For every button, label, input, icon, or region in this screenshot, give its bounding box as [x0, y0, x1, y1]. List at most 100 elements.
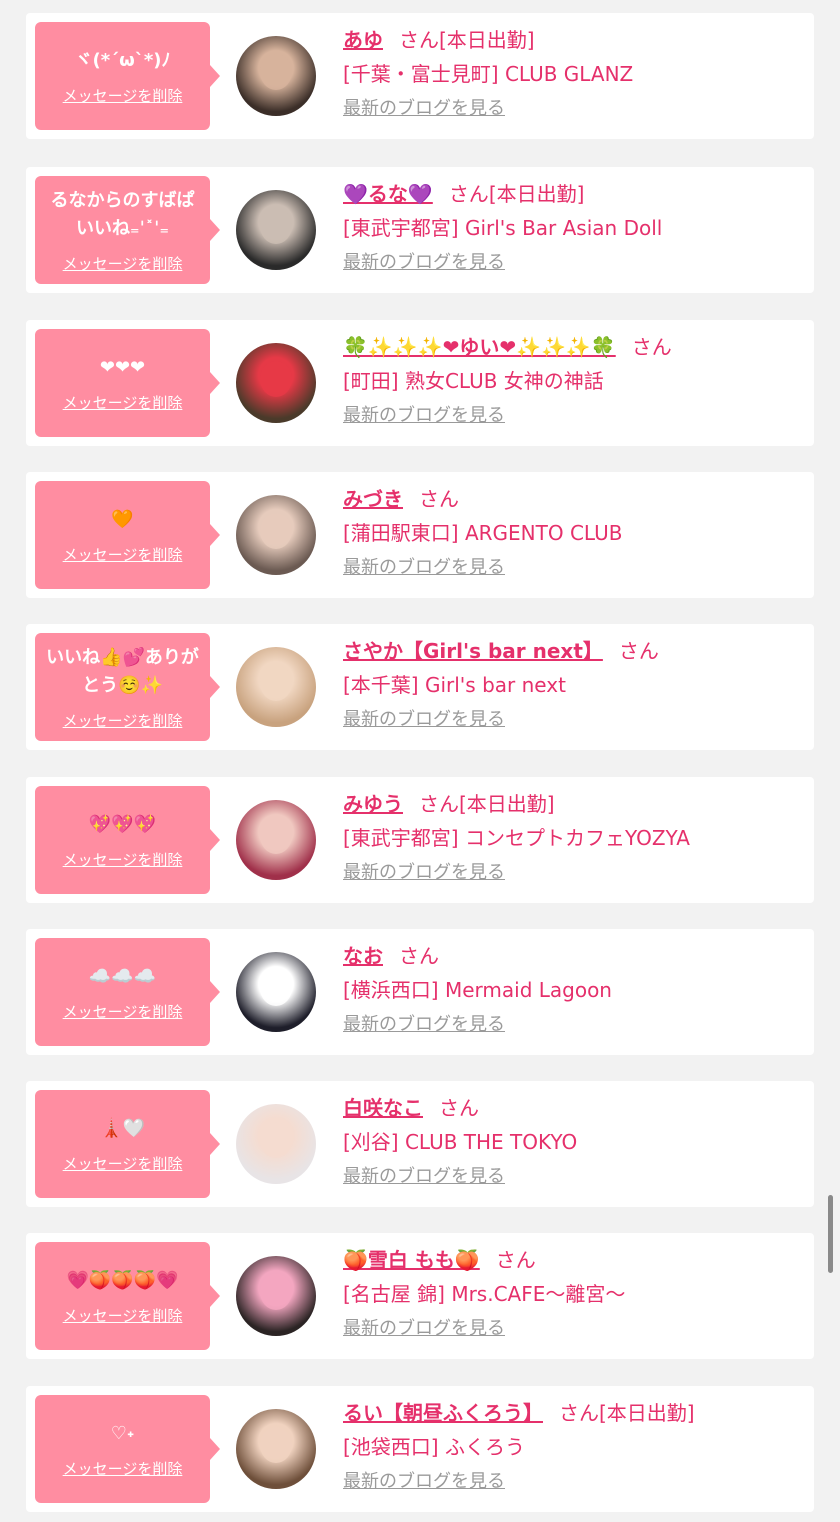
shop-name: [千葉・富士見町] CLUB GLANZ: [343, 62, 634, 86]
cast-name-link[interactable]: 💜るな💜: [343, 182, 433, 206]
cast-name-link[interactable]: 白咲なこ: [343, 1096, 423, 1120]
cast-name-line: 白咲なこ さん: [343, 1091, 804, 1125]
message-bubble: ♡˖ メッセージを削除: [35, 1395, 220, 1503]
status-badge: [本日出勤]: [599, 1401, 695, 1425]
avatar[interactable]: [236, 1104, 316, 1184]
latest-blog-link[interactable]: 最新のブログを見る: [343, 251, 505, 275]
message-text: 💖💖💖: [88, 813, 157, 835]
message-card: るなからのすばぱいいね₌ˈ˟ˈ₌ メッセージを削除 💜るな💜 さん[本日出勤] [東武宇…: [26, 167, 814, 293]
message-text: 💗🍑🍑🍑💗: [66, 1269, 179, 1291]
honorific: さん: [559, 1401, 599, 1425]
delete-message-link[interactable]: メッセージを削除: [63, 392, 183, 413]
avatar-face: [260, 1427, 292, 1463]
delete-message-link[interactable]: メッセージを削除: [63, 1001, 183, 1022]
cast-info: 🍀✨✨✨❤ゆい❤✨✨✨🍀 さん [町田] 熟女CLUB 女神の神話 最新のブログを見る: [343, 330, 804, 428]
honorific: さん: [618, 639, 659, 663]
honorific: さん: [439, 1096, 479, 1120]
latest-blog-link[interactable]: 最新のブログを見る: [343, 556, 505, 580]
cast-name-line: みゆう さん[本日出勤]: [343, 787, 804, 821]
delete-message-link[interactable]: メッセージを削除: [63, 1305, 183, 1326]
cast-name-link[interactable]: みづき: [343, 487, 403, 511]
cast-name-link[interactable]: なお: [343, 944, 383, 968]
avatar-face: [260, 818, 292, 854]
avatar[interactable]: [236, 1256, 316, 1336]
message-card: ☁️☁️☁️ メッセージを削除 なお さん [横浜西口] Mermaid Lagoon 最…: [26, 929, 814, 1055]
latest-blog-link[interactable]: 最新のブログを見る: [343, 1165, 505, 1189]
delete-message-link[interactable]: メッセージを削除: [63, 849, 183, 870]
cast-name-link[interactable]: 🍀✨✨✨❤ゆい❤✨✨✨🍀: [343, 335, 616, 359]
avatar-face: [260, 1122, 292, 1158]
cast-name-link[interactable]: さやか【Girl's bar next】: [343, 639, 603, 663]
avatar[interactable]: [236, 495, 316, 575]
latest-blog-link[interactable]: 最新のブログを見る: [343, 1470, 505, 1494]
message-text: ヾ(*´ω`*)ﾉ: [74, 49, 171, 71]
shop-name: [蒲田駅東口] ARGENTO CLUB: [343, 521, 623, 545]
cast-info: みづき さん [蒲田駅東口] ARGENTO CLUB 最新のブログを見る: [343, 482, 804, 580]
avatar[interactable]: [236, 36, 316, 116]
latest-blog-link[interactable]: 最新のブログを見る: [343, 861, 505, 885]
message-card: 💗🍑🍑🍑💗 メッセージを削除 🍑雪白 もも🍑 さん [名古屋 錦] Mrs.CAFE〜離…: [26, 1233, 814, 1359]
message-card: 🗼🤍 メッセージを削除 白咲なこ さん [刈谷] CLUB THE TOKYO 最新のブロ…: [26, 1081, 814, 1207]
message-text: いいね👍💕ありがとう☺️✨: [46, 646, 199, 696]
shop-name: [東武宇都宮] コンセプトカフェYOZYA: [343, 826, 690, 850]
cast-name-line: るい【朝昼ふくろう】 さん[本日出勤]: [343, 1396, 804, 1430]
latest-blog-link[interactable]: 最新のブログを見る: [343, 1013, 505, 1037]
avatar-face: [260, 665, 292, 701]
message-text: ☁️☁️☁️: [88, 965, 157, 987]
message-text: ❤❤❤: [99, 356, 146, 378]
avatar[interactable]: [236, 800, 316, 880]
latest-blog-link[interactable]: 最新のブログを見る: [343, 1317, 505, 1341]
avatar[interactable]: [236, 952, 316, 1032]
delete-message-link[interactable]: メッセージを削除: [63, 1458, 183, 1479]
cast-info: なお さん [横浜西口] Mermaid Lagoon 最新のブログを見る: [343, 939, 804, 1037]
cast-info: あゆ さん[本日出勤] [千葉・富士見町] CLUB GLANZ 最新のブログを見る: [343, 23, 804, 121]
status-badge: [本日出勤]: [439, 28, 535, 52]
latest-blog-link[interactable]: 最新のブログを見る: [343, 97, 505, 121]
avatar-face: [260, 970, 292, 1006]
cast-info: 🍑雪白 もも🍑 さん [名古屋 錦] Mrs.CAFE〜離宮〜 最新のブログを見る: [343, 1243, 804, 1341]
message-card: ヾ(*´ω`*)ﾉ メッセージを削除 あゆ さん[本日出勤] [千葉・富士見町] CLU…: [26, 13, 814, 139]
avatar-face: [260, 513, 292, 549]
cast-info: みゆう さん[本日出勤] [東武宇都宮] コンセプトカフェYOZYA 最新のブログを見…: [343, 787, 804, 885]
message-bubble: 🧡 メッセージを削除: [35, 481, 220, 589]
delete-message-link[interactable]: メッセージを削除: [63, 544, 183, 565]
cast-info: るい【朝昼ふくろう】 さん[本日出勤] [池袋西口] ふくろう 最新のブログを見る: [343, 1396, 804, 1494]
shop-name: [横浜西口] Mermaid Lagoon: [343, 978, 612, 1002]
avatar-face: [260, 1274, 292, 1310]
cast-name-link[interactable]: るい【朝昼ふくろう】: [343, 1401, 543, 1425]
honorific: さん: [419, 792, 459, 816]
cast-name-line: あゆ さん[本日出勤]: [343, 23, 804, 57]
delete-message-link[interactable]: メッセージを削除: [63, 253, 183, 274]
avatar[interactable]: [236, 190, 316, 270]
delete-message-link[interactable]: メッセージを削除: [63, 710, 183, 731]
message-card: ♡˖ メッセージを削除 るい【朝昼ふくろう】 さん[本日出勤] [池袋西口] ふくろう最…: [26, 1386, 814, 1512]
avatar[interactable]: [236, 647, 316, 727]
honorific: さん: [631, 335, 672, 359]
avatar[interactable]: [236, 1409, 316, 1489]
delete-message-link[interactable]: メッセージを削除: [63, 85, 183, 106]
scrollbar[interactable]: [828, 1195, 833, 1273]
latest-blog-link[interactable]: 最新のブログを見る: [343, 708, 505, 732]
cast-info: さやか【Girl's bar next】 さん [本千葉] Girl's bar n…: [343, 634, 804, 732]
delete-message-link[interactable]: メッセージを削除: [63, 1153, 183, 1174]
message-text: るなからのすばぱいいね₌ˈ˟ˈ₌: [50, 189, 195, 239]
avatar[interactable]: [236, 343, 316, 423]
message-text: ♡˖: [110, 1422, 135, 1444]
avatar-face: [260, 361, 292, 397]
cast-name-line: 🍑雪白 もも🍑 さん: [343, 1243, 804, 1277]
cast-name-link[interactable]: みゆう: [343, 792, 403, 816]
message-bubble: るなからのすばぱいいね₌ˈ˟ˈ₌ メッセージを削除: [35, 176, 220, 284]
message-bubble: 💗🍑🍑🍑💗 メッセージを削除: [35, 1242, 220, 1350]
message-bubble: 🗼🤍 メッセージを削除: [35, 1090, 220, 1198]
cast-name-line: 💜るな💜 さん[本日出勤]: [343, 177, 804, 211]
message-bubble: ヾ(*´ω`*)ﾉ メッセージを削除: [35, 22, 220, 130]
latest-blog-link[interactable]: 最新のブログを見る: [343, 404, 505, 428]
cast-name-line: なお さん: [343, 939, 804, 973]
message-text: 🗼🤍: [100, 1117, 145, 1139]
status-badge: [本日出勤]: [488, 182, 585, 206]
cast-name-link[interactable]: 🍑雪白 もも🍑: [343, 1248, 480, 1272]
message-bubble: いいね👍💕ありがとう☺️✨ メッセージを削除: [35, 633, 220, 741]
cast-name-link[interactable]: あゆ: [343, 28, 383, 52]
shop-name: [池袋西口] ふくろう: [343, 1435, 525, 1459]
honorific: さん: [419, 487, 459, 511]
